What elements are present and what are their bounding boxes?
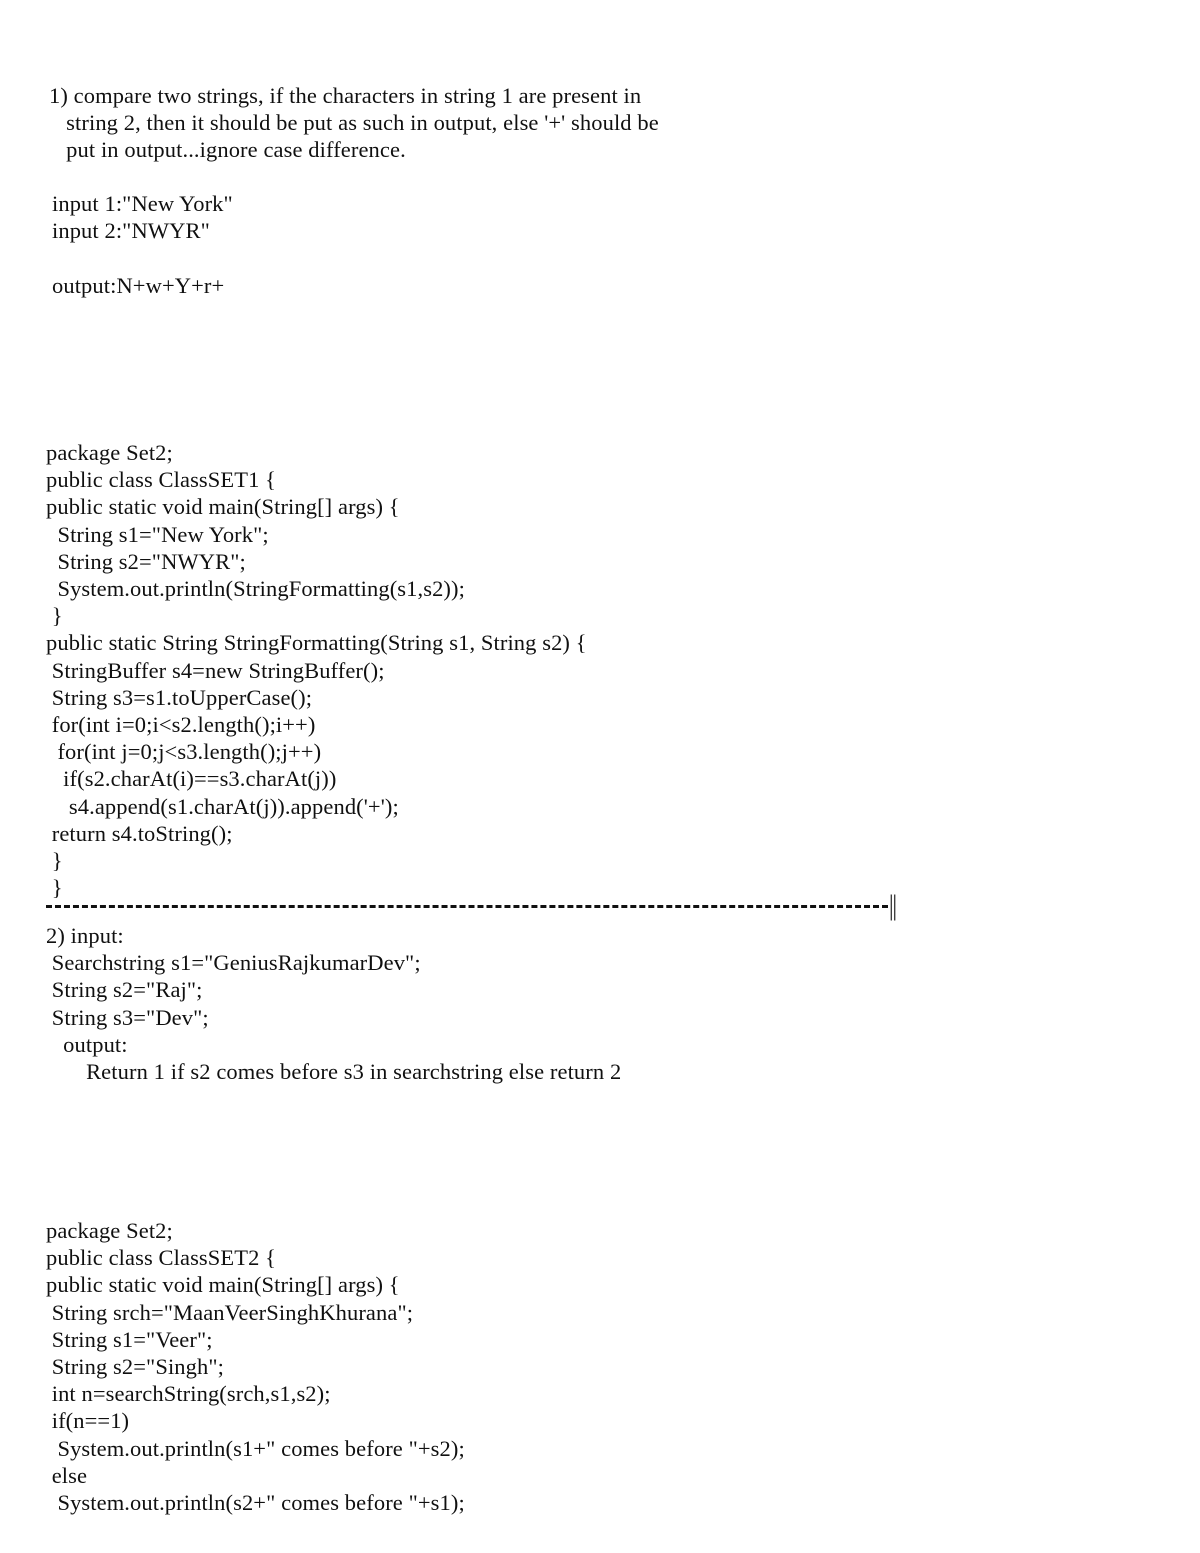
problem-1-statement: 1) compare two strings, if the character… [49,83,659,163]
code-listing-1: package Set2; public class ClassSET1 { p… [46,440,587,901]
separator-dashes [46,905,888,909]
separator-end-marker: || [888,889,897,921]
code-listing-2: package Set2; public class ClassSET2 { p… [46,1218,465,1516]
document-page: 1) compare two strings, if the character… [0,0,1200,1553]
problem-1-output: output:N+w+Y+r+ [52,273,225,298]
problem-1-inputs: input 1:"New York" input 2:"NWYR" [52,191,233,244]
section-separator: || [46,889,897,921]
problem-2-statement: 2) input: Searchstring s1="GeniusRajkuma… [46,923,622,1085]
